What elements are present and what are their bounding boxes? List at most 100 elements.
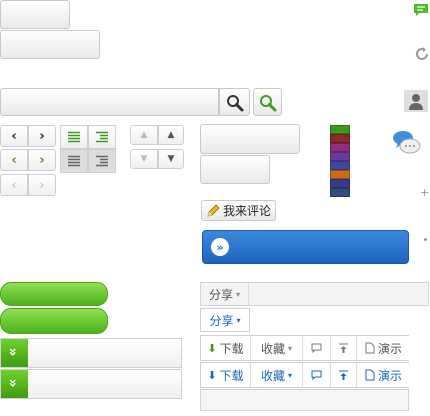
share-button[interactable]: 分享 ▾: [200, 308, 250, 332]
document-icon: [365, 342, 375, 354]
share-bar[interactable]: 分享 ▾: [200, 282, 429, 306]
prev-button-disabled: ‹: [0, 174, 28, 196]
align-right-button-pressed[interactable]: [88, 149, 116, 173]
present-label: 演示: [377, 341, 402, 356]
align-left-icon: [68, 131, 80, 143]
favorite-label: 收藏: [260, 368, 285, 383]
download-button[interactable]: ⬇ 下载: [201, 363, 251, 387]
expand-toggle[interactable]: »: [1, 339, 28, 367]
chevron-double-down-icon: »: [4, 378, 21, 388]
color-swatch[interactable]: [330, 161, 350, 170]
toolbar-blue: ⬇ 下载 收藏 ▾ 演示: [200, 362, 409, 388]
plus-icon[interactable]: +: [420, 186, 429, 199]
download-label: 下载: [219, 368, 244, 383]
user-avatar[interactable]: [404, 90, 428, 112]
next-button-disabled: ›: [28, 174, 56, 196]
comment-icon: [311, 370, 322, 380]
chat-bubbles-icon[interactable]: [392, 130, 422, 156]
chevron-double-down-icon: »: [211, 238, 229, 256]
download-icon: ⬇: [207, 368, 217, 382]
chevron-right-icon: ›: [39, 177, 45, 193]
top-button[interactable]: [331, 336, 357, 360]
arrow-to-top-icon: [339, 343, 348, 353]
down-button[interactable]: ▼: [158, 149, 184, 169]
caret-down-icon: ▾: [288, 370, 293, 380]
chevron-right-icon: ›: [39, 128, 45, 144]
user-icon: [409, 94, 423, 110]
search-input[interactable]: [0, 88, 219, 116]
comment-button[interactable]: 我来评论: [201, 200, 276, 221]
triangle-down-icon: ▼: [167, 154, 175, 164]
favorite-dropdown[interactable]: 收藏 ▾: [251, 363, 303, 387]
download-icon: ⬇: [207, 341, 217, 355]
align-left-button[interactable]: [60, 125, 88, 149]
next-button-green[interactable]: ›: [28, 149, 56, 171]
indent-icon: [96, 155, 108, 167]
color-swatch-column: [330, 125, 350, 197]
search-button[interactable]: [219, 88, 250, 116]
search-icon: [260, 95, 277, 112]
triangle-up-icon: ▲: [167, 130, 175, 140]
plain-box-1[interactable]: [0, 0, 70, 29]
share-label: 分享: [209, 313, 234, 328]
down-button-disabled: ▼: [130, 149, 158, 169]
green-button-2[interactable]: [0, 308, 108, 334]
collapsible-panel-2[interactable]: »: [0, 369, 182, 399]
toolbar-gray: ⬇ 下载 收藏 ▾ 演示: [200, 335, 409, 361]
favorite-label: 收藏: [260, 341, 285, 356]
chevron-left-icon: ‹: [11, 152, 17, 168]
color-swatch[interactable]: [330, 152, 350, 161]
dot-icon: [424, 238, 427, 241]
comment-icon: [311, 343, 322, 353]
search-button-green[interactable]: [253, 88, 282, 116]
share-dropdown[interactable]: 分享 ▾: [201, 309, 249, 331]
prev-button[interactable]: ‹: [0, 125, 28, 147]
comment-small-button[interactable]: [303, 336, 331, 360]
caret-down-icon: ▾: [236, 315, 241, 325]
expand-bar-blue[interactable]: »: [202, 230, 409, 264]
collapsible-panel-1[interactable]: »: [0, 338, 182, 368]
align-right-button[interactable]: [88, 125, 116, 149]
color-swatch[interactable]: [330, 179, 350, 188]
chevron-right-icon: ›: [39, 152, 45, 168]
comment-small-button[interactable]: [303, 363, 331, 387]
align-left-button-pressed[interactable]: [60, 149, 88, 173]
expand-toggle[interactable]: »: [1, 370, 28, 398]
chevron-double-down-icon: »: [4, 347, 21, 357]
comment-icon[interactable]: [413, 2, 429, 18]
color-swatch[interactable]: [330, 134, 350, 143]
bottom-box[interactable]: [200, 389, 409, 411]
up-button-disabled: ▲: [130, 125, 158, 145]
green-button-1[interactable]: [0, 282, 108, 306]
download-button[interactable]: ⬇ 下载: [201, 336, 251, 360]
share-label: 分享: [208, 287, 233, 302]
color-swatch[interactable]: [330, 125, 350, 134]
favorite-dropdown[interactable]: 收藏 ▾: [251, 336, 303, 360]
indent-icon: [96, 131, 108, 143]
caret-down-icon: ▾: [236, 289, 241, 299]
top-button[interactable]: [331, 363, 357, 387]
plain-box-4[interactable]: [200, 155, 270, 184]
chevron-left-icon: ‹: [11, 177, 17, 193]
up-button[interactable]: ▲: [158, 125, 184, 145]
document-icon: [365, 369, 375, 381]
prev-button-green[interactable]: ‹: [0, 149, 28, 171]
color-swatch[interactable]: [330, 188, 350, 197]
plain-box-3[interactable]: [200, 124, 300, 154]
present-button[interactable]: 演示: [357, 336, 410, 360]
chevron-left-icon: ‹: [11, 128, 17, 144]
triangle-down-icon: ▼: [140, 154, 148, 164]
color-swatch[interactable]: [330, 170, 350, 179]
plain-box-2[interactable]: [0, 30, 100, 59]
next-button[interactable]: ›: [28, 125, 56, 147]
color-swatch[interactable]: [330, 143, 350, 152]
share-dropdown[interactable]: 分享 ▾: [201, 283, 249, 305]
caret-down-icon: ▾: [288, 343, 293, 353]
refresh-icon[interactable]: [414, 46, 430, 62]
pencil-icon: [207, 204, 220, 216]
present-button[interactable]: 演示: [357, 363, 410, 387]
comment-button-label: 我来评论: [223, 204, 272, 218]
align-left-icon: [68, 155, 80, 167]
download-label: 下载: [219, 341, 244, 356]
present-label: 演示: [377, 368, 402, 383]
